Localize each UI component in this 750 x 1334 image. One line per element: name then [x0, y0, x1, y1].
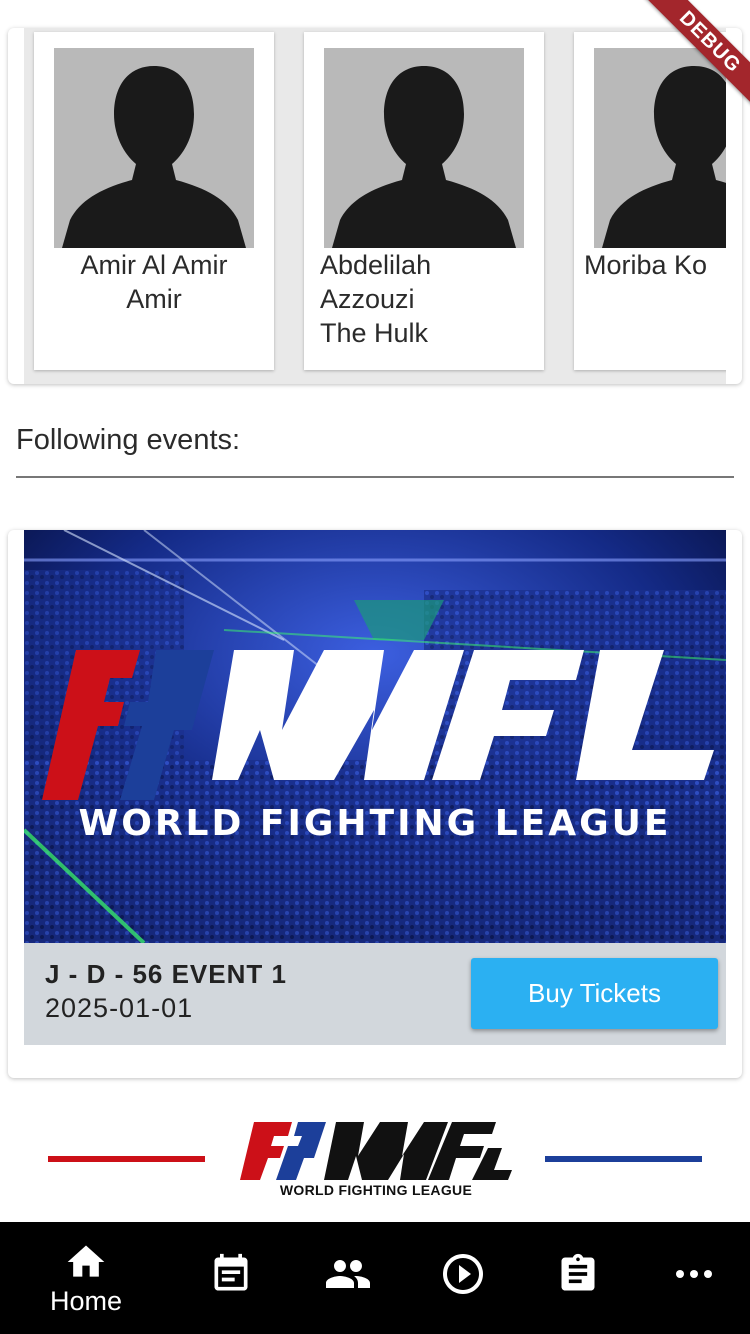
avatar-placeholder [54, 48, 254, 248]
nav-label-home: Home [49, 1286, 123, 1316]
fighter-name: Moriba Ko [584, 250, 708, 280]
play-circle-icon [443, 1254, 483, 1294]
fighter-card[interactable]: Abdelilah Azzouzi The Hulk [304, 32, 544, 370]
nav-item-rankings[interactable] [518, 1222, 638, 1334]
avatar-placeholder [324, 48, 524, 248]
calendar-icon [214, 1253, 248, 1291]
buy-tickets-button[interactable]: Buy Tickets [471, 958, 718, 1029]
home-icon [67, 1245, 105, 1277]
clipboard-icon [561, 1253, 595, 1291]
banner-subtitle: WORLD FIGHTING LEAGUE [79, 803, 672, 844]
footer-logo: WORLD FIGHTING LEAGUE [0, 1110, 750, 1210]
event-card[interactable]: WORLD FIGHTING LEAGUE J - D - 56 EVENT 1… [8, 530, 742, 1078]
nav-item-events[interactable] [171, 1222, 291, 1334]
event-date: 2025-01-01 [45, 993, 194, 1023]
logo-subtitle: WORLD FIGHTING LEAGUE [279, 1182, 473, 1198]
people-icon [326, 1260, 370, 1288]
event-banner-image[interactable]: WORLD FIGHTING LEAGUE [24, 530, 726, 943]
wfl-logo: WORLD FIGHTING LEAGUE [240, 1118, 512, 1210]
nav-item-videos[interactable] [401, 1222, 521, 1334]
red-divider-line [48, 1156, 205, 1162]
nav-item-home[interactable]: Home [26, 1222, 146, 1334]
debug-ribbon-container: DEBUG [620, 0, 750, 130]
blue-divider-line [545, 1156, 702, 1162]
fighter-card[interactable]: Amir Al Amir Amir [34, 32, 274, 370]
divider [16, 476, 734, 478]
more-icon [676, 1270, 712, 1278]
section-title: Following events: [16, 424, 241, 456]
event-info-bar: J - D - 56 EVENT 1 2025-01-01 Buy Ticket… [24, 943, 726, 1045]
event-name: J - D - 56 EVENT 1 [45, 959, 287, 989]
debug-ribbon: DEBUG [629, 0, 750, 123]
fighter-name: Amir Al Amir Amir [80, 250, 228, 314]
nav-item-more[interactable] [632, 1222, 750, 1334]
nav-item-fighters[interactable] [286, 1222, 406, 1334]
bottom-navigation: Home [0, 1222, 750, 1334]
fighter-name: Abdelilah Azzouzi The Hulk [320, 250, 432, 348]
